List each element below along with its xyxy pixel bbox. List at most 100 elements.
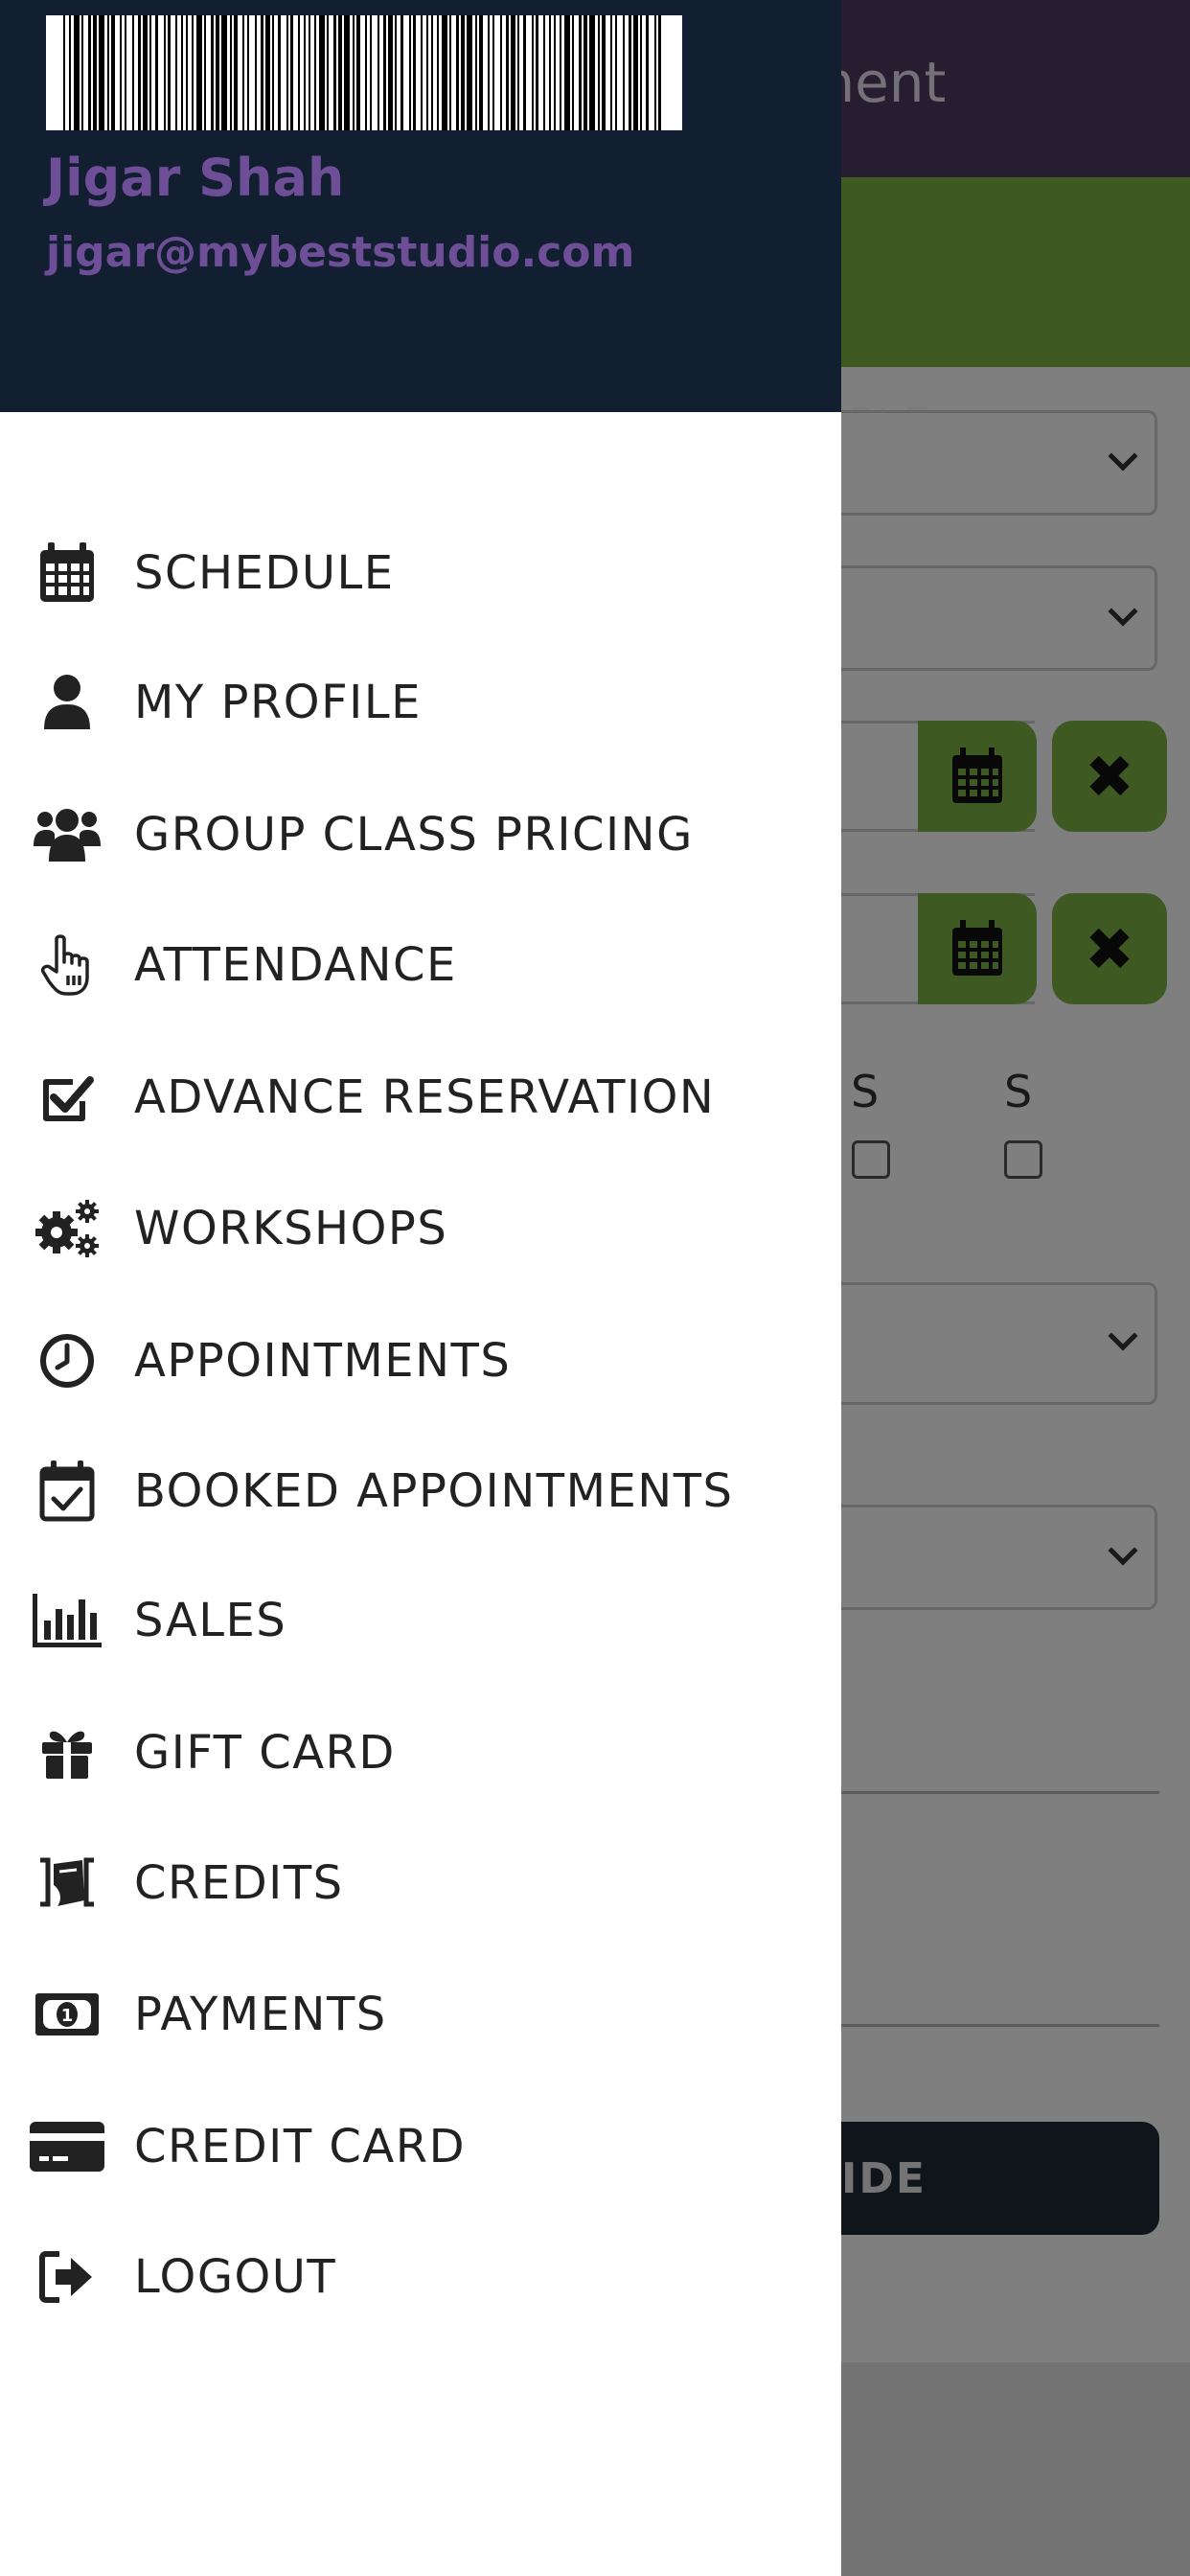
menu-item-advance-reservation[interactable]: ADVANCE RESERVATION — [0, 1049, 841, 1145]
barcode-bar — [261, 15, 263, 130]
barcode-bar — [400, 15, 403, 130]
credit-card-icon — [27, 2110, 107, 2183]
barcode-bar — [192, 15, 194, 130]
menu-label-schedule: SCHEDULE — [134, 546, 395, 600]
menu-label-booked-appointments: BOOKED APPOINTMENTS — [134, 1464, 734, 1518]
barcode-bar — [409, 15, 411, 130]
barcode-bar — [125, 15, 126, 130]
barcode-bar — [640, 15, 642, 130]
menu-item-gift-card[interactable]: GIFT CARD — [0, 1705, 841, 1801]
barcode-bar — [338, 15, 342, 130]
menu-item-workshops[interactable]: WORKSHOPS — [0, 1181, 841, 1276]
gift-icon — [31, 1716, 103, 1789]
menu-label-gift-card: GIFT CARD — [134, 1726, 396, 1780]
barcode-bar — [543, 15, 545, 130]
menu-item-attendance[interactable]: ATTENDANCE — [0, 917, 841, 1013]
barcode-bar — [532, 15, 534, 130]
gears-icon — [31, 1192, 103, 1265]
barcode-bar — [564, 15, 570, 130]
barcode-bar — [132, 15, 134, 130]
barcode-bar — [278, 15, 281, 130]
barcode-bar — [155, 15, 158, 130]
menu-item-sales[interactable]: SALES — [0, 1573, 841, 1668]
money-bill-icon: 1 — [31, 1978, 103, 2051]
menu-label-my-profile: MY PROFILE — [134, 676, 422, 729]
barcode-bar — [560, 15, 561, 130]
barcode-bar — [88, 15, 91, 130]
barcode-bar — [449, 15, 451, 130]
barcode-bar — [149, 15, 151, 130]
drawer-header: Jigar Shah jigar@mybeststudio.com — [0, 0, 841, 412]
menu-item-my-profile[interactable]: MY PROFILE — [0, 655, 841, 750]
check-square-icon — [31, 1061, 103, 1134]
barcode-bar — [196, 15, 202, 130]
menu-item-credits[interactable]: CREDITS — [0, 1835, 841, 1931]
menu-item-booked-appointments[interactable]: BOOKED APPOINTMENTS — [0, 1443, 841, 1539]
barcode-bar — [511, 15, 515, 130]
barcode-bar — [265, 15, 270, 130]
barcode-bar — [272, 15, 274, 130]
menu-item-credit-card[interactable]: CREDIT CARD — [0, 2099, 841, 2195]
barcode-bar — [602, 15, 606, 130]
barcode-bar — [63, 15, 65, 130]
menu-label-attendance: ATTENDANCE — [134, 938, 457, 992]
barcode-bar — [230, 15, 232, 130]
barcode-bar — [549, 15, 551, 130]
hand-pointer-icon — [31, 929, 103, 1001]
barcode-bar — [623, 15, 625, 130]
barcode-bar — [143, 15, 148, 130]
barcode-bar — [615, 15, 617, 130]
barcode-bar — [81, 15, 83, 130]
user-email: jigar@mybeststudio.com — [46, 228, 635, 277]
barcode-bar — [437, 15, 439, 130]
barcode-bar — [221, 15, 227, 130]
barcode-bar — [333, 15, 336, 130]
sign-out-icon — [31, 2241, 103, 2313]
barcode-bar — [523, 15, 526, 130]
barcode-bar — [629, 15, 631, 130]
menu-label-logout: LOGOUT — [134, 2250, 337, 2304]
navigation-drawer: Jigar Shah jigar@mybeststudio.com SCHEDU… — [0, 0, 841, 2576]
barcode-bar — [598, 15, 600, 130]
barcode-bar — [309, 15, 310, 130]
barcode-bar — [646, 15, 649, 130]
menu-label-payments: PAYMENTS — [134, 1988, 387, 2041]
barcode-bar — [492, 15, 494, 130]
barcode-bar — [216, 15, 219, 130]
menu-item-logout[interactable]: LOGOUT — [0, 2229, 841, 2325]
barcode-bar — [475, 15, 477, 130]
barcode-bar — [353, 15, 355, 130]
users-icon — [31, 798, 103, 871]
barcode-bar — [610, 15, 612, 130]
menu-label-credit-card: CREDIT CARD — [134, 2120, 467, 2174]
barcode-bar — [69, 15, 71, 130]
barcode-bar — [461, 15, 465, 130]
barcode-bar — [344, 15, 350, 130]
barcode-bar — [536, 15, 538, 130]
barcode-bar — [186, 15, 188, 130]
barcode-bar — [255, 15, 257, 130]
barcode-bar — [168, 15, 171, 130]
menu-item-payments[interactable]: 1 PAYMENTS — [0, 1966, 841, 2062]
clock-icon — [31, 1324, 103, 1397]
bar-chart-icon — [31, 1584, 103, 1657]
barcode-bar — [327, 15, 329, 130]
barcode-bar — [658, 15, 661, 130]
barcode-bar — [138, 15, 141, 130]
barcode-bar — [442, 15, 447, 130]
menu-item-group-class-pricing[interactable]: GROUP CLASS PRICING — [0, 787, 841, 883]
barcode-bar — [111, 15, 115, 130]
menu-item-schedule[interactable]: SCHEDULE — [0, 525, 841, 621]
barcode-bar — [204, 15, 206, 130]
barcode-bar — [500, 15, 502, 130]
barcode-bar — [517, 15, 519, 130]
barcode-bar — [211, 15, 214, 130]
menu-label-appointments: APPOINTMENTS — [134, 1334, 512, 1388]
barcode-bar — [370, 15, 372, 130]
barcode-bar — [584, 15, 587, 130]
menu-item-appointments[interactable]: APPOINTMENTS — [0, 1313, 841, 1409]
menu-label-credits: CREDITS — [134, 1856, 344, 1910]
barcode-bar — [314, 15, 316, 130]
menu-label-advance-reservation: ADVANCE RESERVATION — [134, 1070, 716, 1124]
calendar-icon — [31, 537, 103, 610]
